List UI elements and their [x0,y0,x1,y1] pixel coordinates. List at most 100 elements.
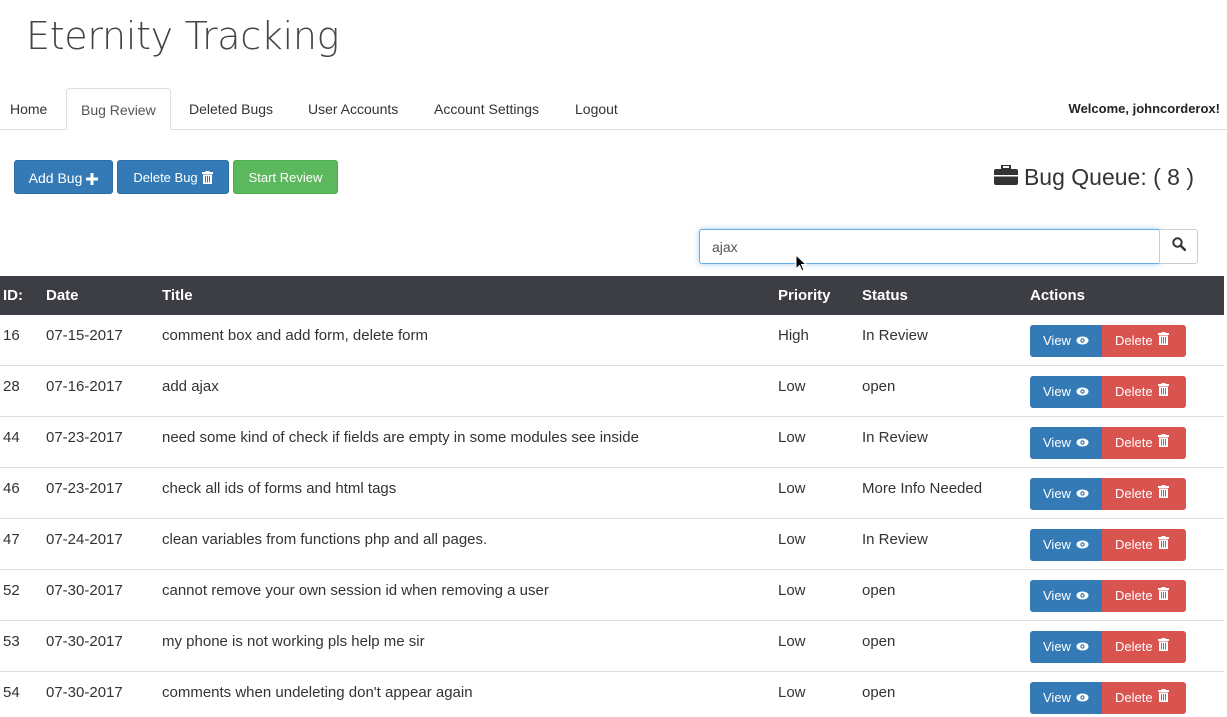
cell-date: 07-23-2017 [46,480,123,497]
tab-home[interactable]: Home [10,88,47,130]
cell-date: 07-24-2017 [46,531,123,548]
add-bug-label: Add Bug [28,170,83,186]
delete-bug-button[interactable]: Delete Bug [117,160,229,194]
cell-status: In Review [862,327,928,344]
cell-status: In Review [862,531,928,548]
bug-queue-count: Bug Queue: ( 8 ) [993,160,1194,194]
delete-bug-label: Delete Bug [133,170,198,185]
eye-icon [1071,325,1089,357]
cell-id: 47 [3,531,20,548]
cell-priority: Low [778,684,806,701]
table-body: 16 07-15-2017 comment box and add form, de… [0,315,1224,717]
cell-date: 07-23-2017 [46,429,123,446]
table-row: 16 07-15-2017 comment box and add form, de… [0,315,1224,366]
cell-status: More Info Needed [862,480,983,497]
add-bug-button[interactable]: Add Bug [14,160,113,194]
table-row: 46 07-23-2017 check all ids of forms and h… [0,468,1224,519]
table-row: 44 07-23-2017 need some kind of check if f… [0,417,1224,468]
trash-icon [1153,682,1169,714]
cell-status: open [862,378,896,395]
cell-priority: Low [778,531,806,548]
delete-button[interactable]: Delete [1102,580,1186,612]
tab-account-settings[interactable]: Account Settings [434,88,539,130]
view-button[interactable]: View [1030,529,1102,561]
row-actions: View Delete [1030,325,1186,357]
view-button[interactable]: View [1030,427,1102,459]
trash-icon [198,170,213,185]
eye-icon [1071,376,1089,408]
cell-status: open [862,684,896,701]
start-review-button[interactable]: Start Review [233,160,338,194]
view-button[interactable]: View [1030,580,1102,612]
tab-deleted-bugs[interactable]: Deleted Bugs [189,88,273,130]
header-id: ID: [3,287,23,304]
view-label: View [1043,690,1071,705]
tab-user-accounts[interactable]: User Accounts [308,88,398,130]
cell-date: 07-16-2017 [46,378,123,395]
search-input[interactable] [699,229,1160,264]
search-bar [699,229,1198,264]
view-button[interactable]: View [1030,325,1102,357]
row-actions: View Delete [1030,580,1186,612]
view-button[interactable]: View [1030,682,1102,714]
cell-id: 28 [3,378,20,395]
cell-id: 44 [3,429,20,446]
view-label: View [1043,588,1071,603]
trash-icon [1153,529,1169,561]
delete-button[interactable]: Delete [1102,427,1186,459]
cell-title: clean variables from functions php and a… [162,531,488,548]
row-actions: View Delete [1030,682,1186,714]
trash-icon [1153,580,1169,612]
delete-button[interactable]: Delete [1102,478,1186,510]
cell-title: need some kind of check if fields are em… [162,429,639,446]
mouse-pointer-icon [795,253,808,277]
eye-icon [1071,580,1089,612]
cell-priority: Low [778,378,806,395]
view-label: View [1043,384,1071,399]
cell-date: 07-30-2017 [46,582,123,599]
eye-icon [1071,631,1089,663]
eye-icon [1071,529,1089,561]
delete-label: Delete [1115,537,1153,552]
trash-icon [1153,631,1169,663]
delete-label: Delete [1115,333,1153,348]
app-title: Eternity Tracking [26,14,340,58]
cell-title: comment box and add form, delete form [162,327,428,344]
delete-button[interactable]: Delete [1102,376,1186,408]
header-priority: Priority [778,287,831,304]
cell-priority: Low [778,582,806,599]
bug-queue-label: Bug Queue: ( 8 ) [1023,163,1194,190]
view-label: View [1043,486,1071,501]
cell-id: 16 [3,327,20,344]
view-button[interactable]: View [1030,631,1102,663]
table-row: 28 07-16-2017 add ajax Low open View Delete [0,366,1224,417]
cell-status: open [862,633,896,650]
cell-title: my phone is not working pls help me sir [162,633,425,650]
header-title: Title [162,287,193,304]
delete-button[interactable]: Delete [1102,325,1186,357]
delete-button[interactable]: Delete [1102,682,1186,714]
view-label: View [1043,435,1071,450]
eye-icon [1071,427,1089,459]
eye-icon [1071,682,1089,714]
welcome-message: Welcome, johncorderox! [1068,101,1220,116]
row-actions: View Delete [1030,529,1186,561]
tab-logout[interactable]: Logout [575,88,618,130]
search-icon [1171,237,1186,256]
delete-button[interactable]: Delete [1102,631,1186,663]
cell-date: 07-15-2017 [46,327,123,344]
table-row: 54 07-30-2017 comments when undeleting don… [0,672,1224,717]
view-button[interactable]: View [1030,376,1102,408]
cell-date: 07-30-2017 [46,684,123,701]
cell-priority: Low [778,429,806,446]
table-header: ID: Date Title Priority Status Actions [0,276,1224,315]
table-row: 52 07-30-2017 cannot remove your own sessi… [0,570,1224,621]
view-button[interactable]: View [1030,478,1102,510]
delete-button[interactable]: Delete [1102,529,1186,561]
cell-title: check all ids of forms and html tags [162,480,397,497]
search-button[interactable] [1159,229,1198,264]
trash-icon [1153,427,1169,459]
cell-id: 53 [3,633,20,650]
tab-bug-review[interactable]: Bug Review [66,88,171,130]
delete-label: Delete [1115,384,1153,399]
